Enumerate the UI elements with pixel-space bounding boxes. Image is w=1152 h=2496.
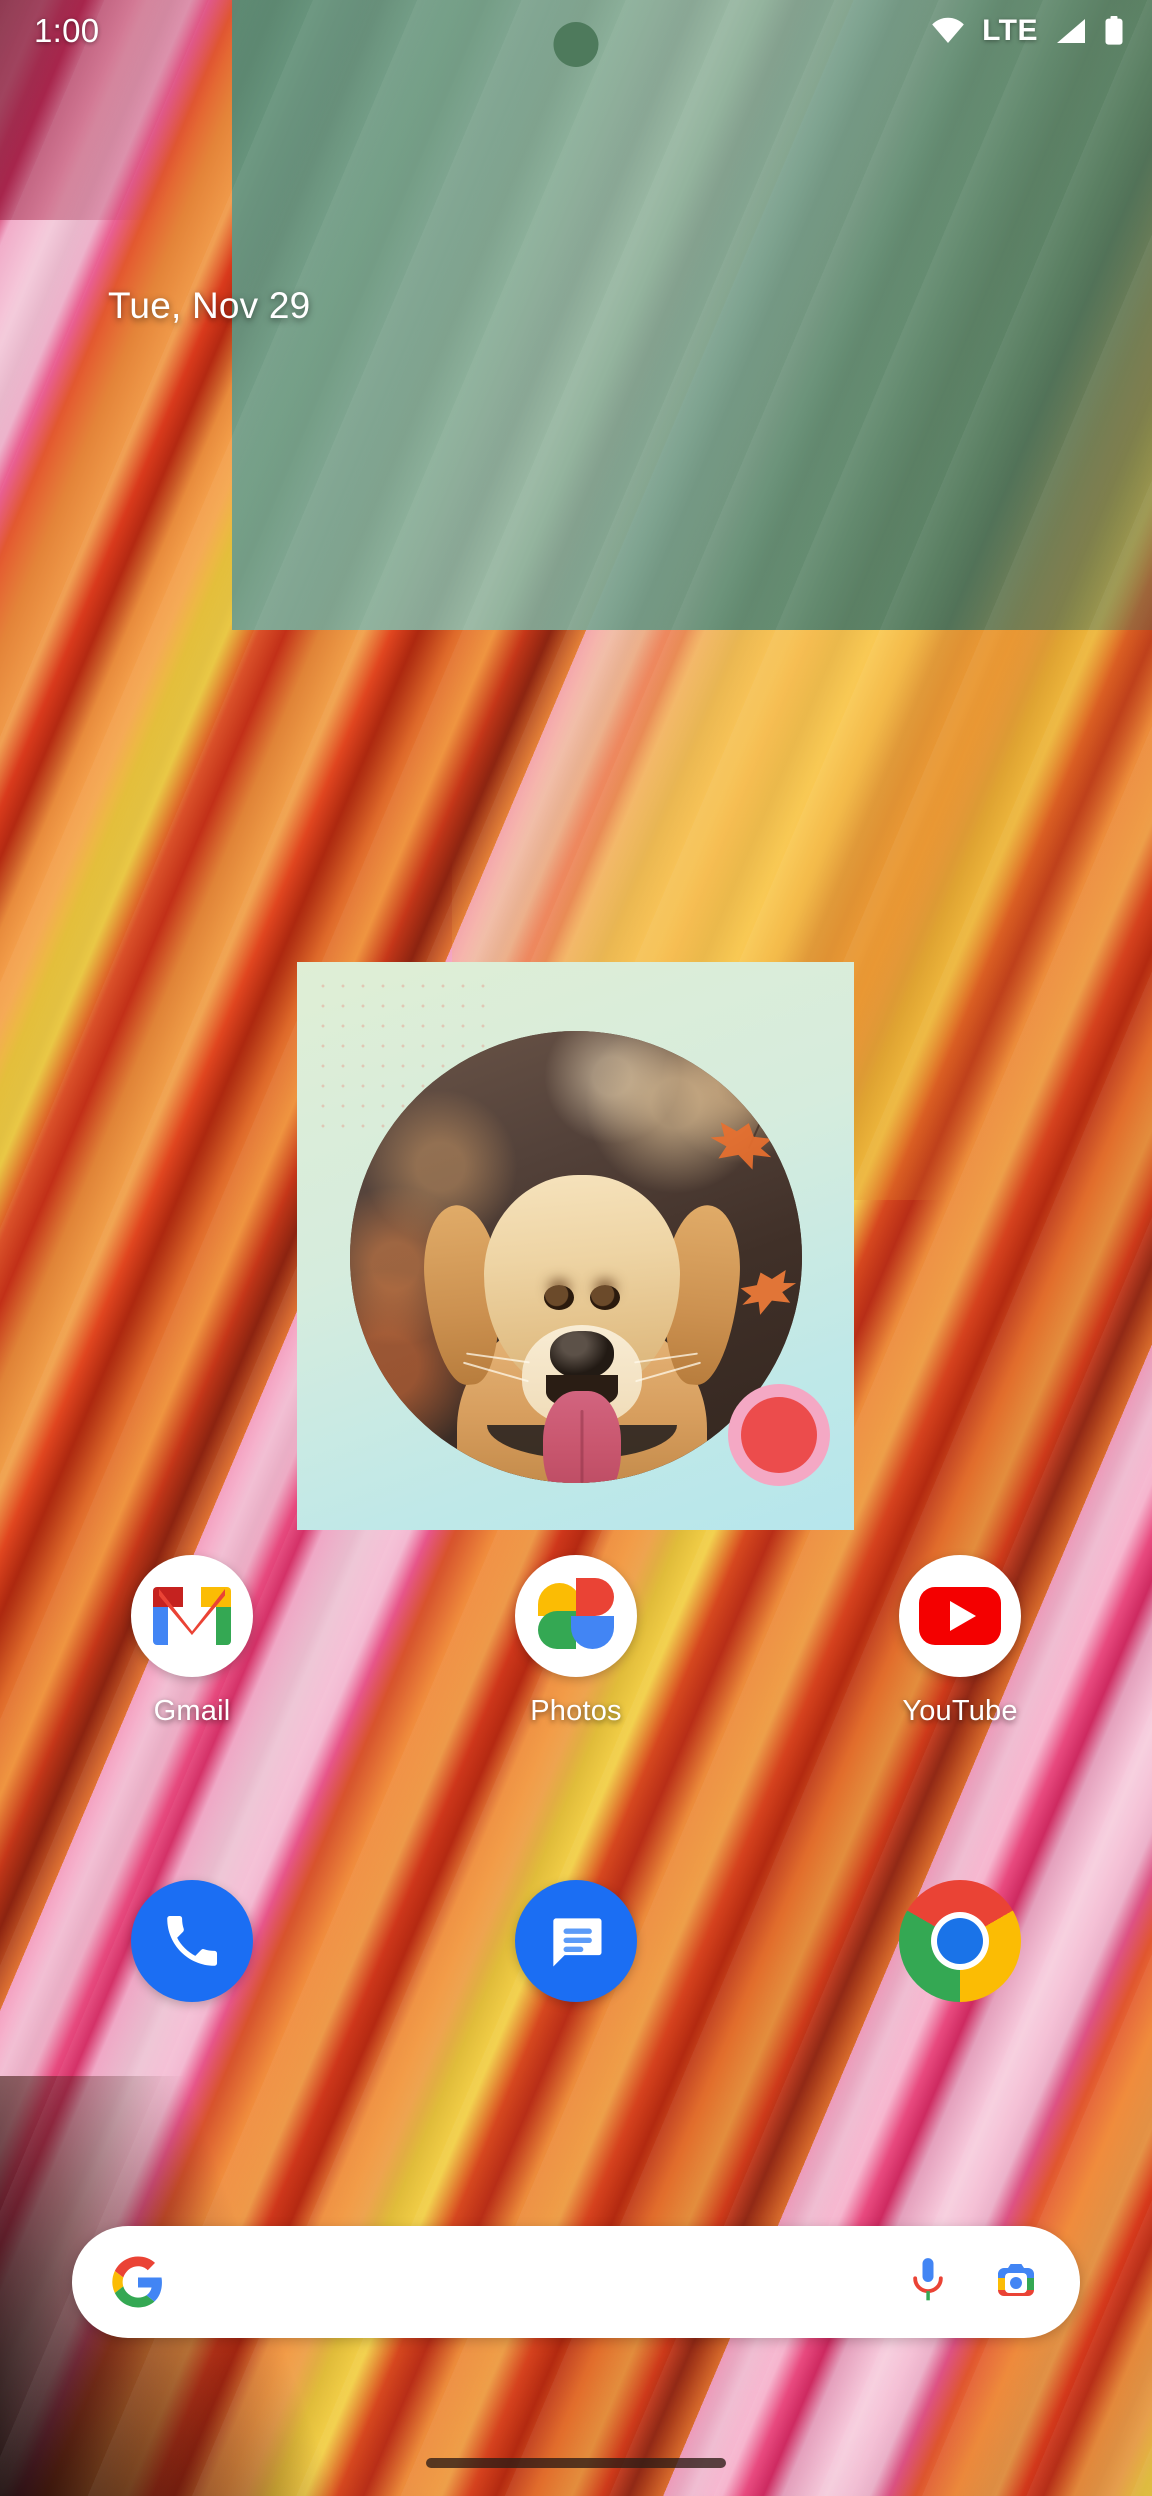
camera-punch-hole xyxy=(553,22,599,67)
widget-badge[interactable] xyxy=(728,1384,830,1486)
wifi-icon xyxy=(932,17,964,43)
dog-tongue xyxy=(542,1391,621,1484)
chrome-blue-center xyxy=(937,1918,983,1964)
microphone-icon[interactable] xyxy=(906,2256,950,2308)
dog-nose xyxy=(549,1331,614,1380)
phone-icon[interactable] xyxy=(131,1880,253,2002)
dog-eye-right xyxy=(589,1285,620,1311)
home-gesture-pill[interactable] xyxy=(426,2458,726,2468)
messages-icon[interactable] xyxy=(515,1880,637,2002)
dock-item-messages[interactable] xyxy=(384,1880,768,2002)
google-g-icon xyxy=(112,2256,162,2308)
play-triangle-icon xyxy=(950,1601,976,1631)
app-item-youtube[interactable]: YouTube xyxy=(768,1555,1152,1728)
dock-item-phone[interactable] xyxy=(0,1880,384,2002)
app-label-gmail: Gmail xyxy=(153,1695,231,1727)
pinwheel-blade-red xyxy=(576,1578,614,1616)
youtube-rounded-rect xyxy=(919,1587,1001,1645)
google-photos-icon[interactable] xyxy=(515,1555,637,1677)
network-type-label: LTE xyxy=(982,14,1038,47)
gmail-icon[interactable] xyxy=(131,1555,253,1677)
widget-badge-dot xyxy=(741,1397,817,1473)
app-item-photos[interactable]: Photos xyxy=(384,1555,768,1728)
photo-frame-widget[interactable] xyxy=(297,962,854,1530)
dock-item-chrome[interactable] xyxy=(768,1880,1152,2002)
app-item-gmail[interactable]: Gmail xyxy=(0,1555,384,1728)
speech-bubble-glyph xyxy=(553,1918,602,1967)
status-bar-icons: LTE xyxy=(931,14,1124,48)
youtube-icon[interactable] xyxy=(899,1555,1021,1677)
dog-subject xyxy=(417,1141,746,1484)
search-actions xyxy=(906,2256,1040,2308)
pinwheel-blade-blue xyxy=(571,1616,614,1649)
photos-pinwheel-glyph xyxy=(538,1578,614,1654)
date-widget[interactable]: Tue, Nov 29 xyxy=(108,285,310,327)
app-label-youtube: YouTube xyxy=(902,1695,1018,1727)
gmail-m-glyph xyxy=(153,1587,231,1645)
status-clock: 1:00 xyxy=(34,12,100,49)
phone-handset-glyph xyxy=(167,1915,218,1966)
chrome-icon[interactable] xyxy=(899,1880,1021,2002)
google-search-bar[interactable] xyxy=(72,2226,1080,2338)
search-input[interactable] xyxy=(164,2226,906,2338)
app-label-photos: Photos xyxy=(530,1695,622,1727)
battery-icon xyxy=(1105,16,1123,45)
dog-head xyxy=(462,1175,701,1484)
dock xyxy=(0,1880,1152,2002)
app-grid-row: Gmail Photos YouTube xyxy=(0,1555,1152,1728)
google-lens-icon[interactable] xyxy=(992,2258,1040,2306)
dog-eye-left xyxy=(543,1285,574,1311)
signal-icon xyxy=(1057,19,1085,43)
